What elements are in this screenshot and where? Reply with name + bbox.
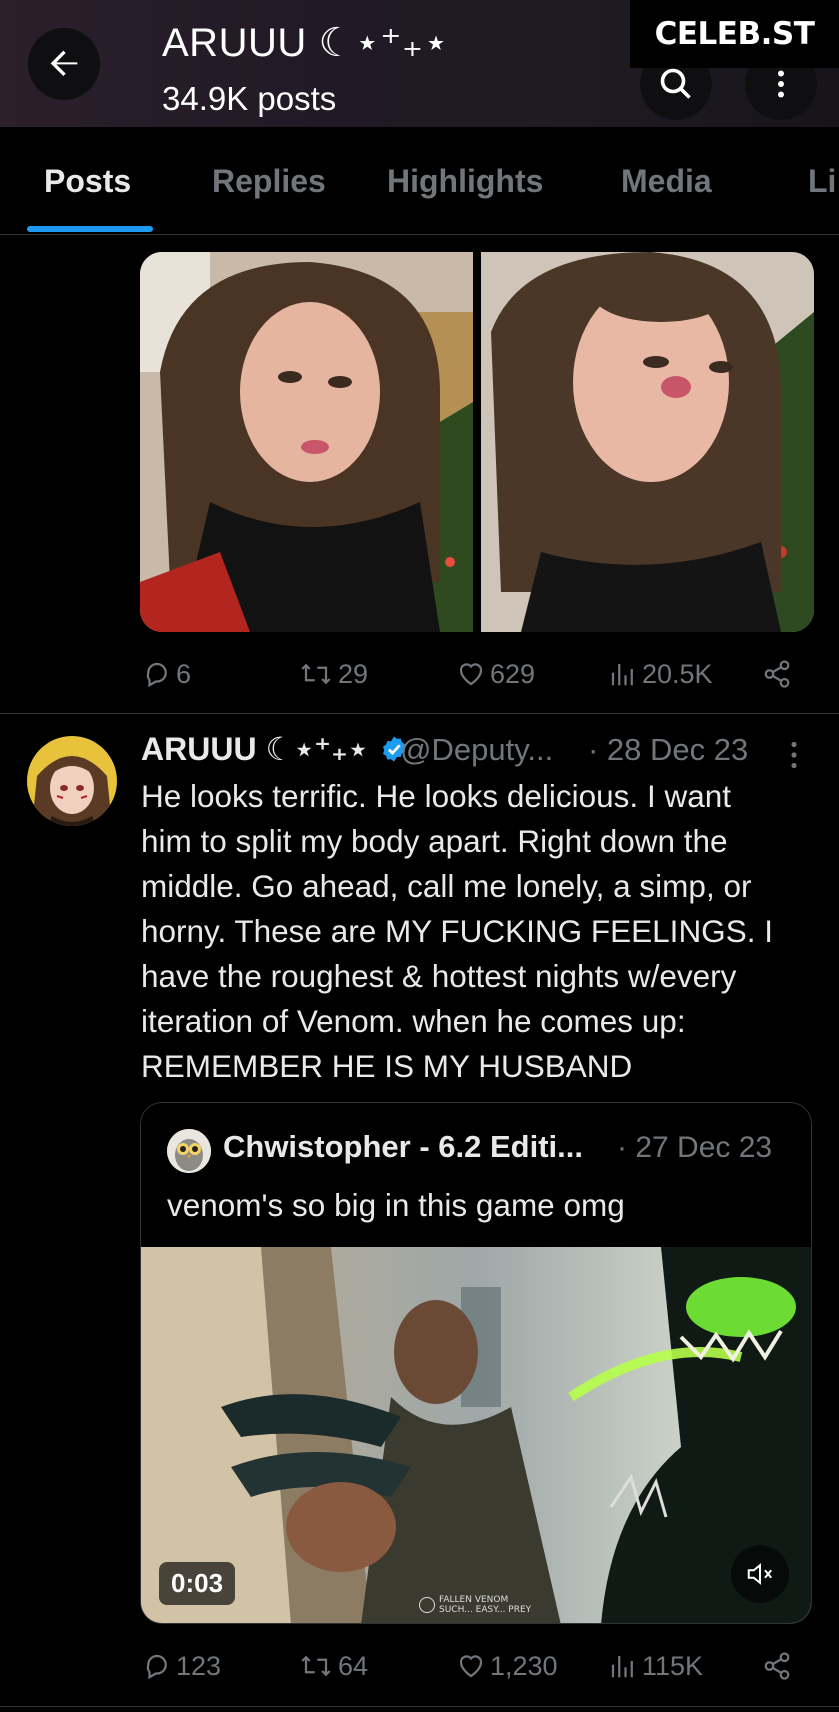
mute-button[interactable]	[731, 1545, 789, 1603]
like-button[interactable]: 1,230	[456, 1646, 558, 1686]
tab-likes[interactable]: Li	[808, 163, 836, 200]
tweet-date[interactable]: · 28 Dec 23	[588, 732, 748, 768]
like-count: 1,230	[490, 1650, 558, 1681]
arrow-left-icon	[50, 50, 78, 76]
views-button[interactable]: 115K	[608, 1646, 703, 1686]
back-button[interactable]	[28, 28, 100, 100]
repost-button[interactable]: 29	[298, 654, 368, 694]
post-photo-1[interactable]	[140, 252, 473, 632]
repost-icon	[301, 1655, 331, 1677]
more-vertical-icon	[778, 70, 784, 98]
heart-icon	[459, 663, 483, 686]
post1-actions: 6 29 629 20.5K	[0, 654, 839, 694]
tab-posts[interactable]: Posts	[44, 163, 131, 200]
post-divider	[0, 713, 839, 714]
repost-button[interactable]: 64	[298, 1646, 368, 1686]
profile-tabs: Posts Replies Highlights Media Li	[0, 127, 839, 235]
views-count: 20.5K	[642, 658, 713, 689]
video-caption: FALLEN VENOM SUCH... EASY... PREY	[419, 1595, 531, 1615]
reply-count: 6	[176, 658, 192, 689]
like-button[interactable]: 629	[456, 654, 535, 694]
repost-count: 64	[338, 1650, 369, 1681]
watermark: CELEB.ST	[630, 0, 839, 68]
reply-button[interactable]: 6	[142, 654, 191, 694]
quoted-tweet[interactable]: Chwistopher - 6.2 Editi... · 27 Dec 23 v…	[140, 1102, 812, 1624]
quoted-text: venom's so big in this game omg	[167, 1187, 625, 1223]
reply-count: 123	[176, 1650, 222, 1681]
tweet-text: He looks terrific. He looks delicious. I…	[141, 778, 773, 1084]
avatar[interactable]	[27, 736, 117, 826]
tweet-actions: 123 64 1,230 115K	[0, 1646, 839, 1686]
video-duration: 0:03	[159, 1562, 236, 1605]
views-button[interactable]: 20.5K	[608, 654, 713, 694]
views-icon	[611, 1656, 633, 1678]
tab-replies[interactable]: Replies	[212, 163, 326, 200]
speaker-muted-icon	[747, 1563, 773, 1585]
share-button[interactable]	[762, 1646, 792, 1686]
repost-icon	[301, 663, 331, 685]
heart-icon	[459, 1655, 483, 1678]
tab-highlights[interactable]: Highlights	[387, 163, 543, 200]
post-photo-2[interactable]	[481, 252, 814, 632]
share-button[interactable]	[762, 654, 792, 694]
quoted-date: · 27 Dec 23	[617, 1131, 773, 1164]
views-icon	[611, 664, 633, 686]
like-count: 629	[490, 658, 536, 689]
share-icon	[764, 660, 790, 688]
quoted-author-name: Chwistopher - 6.2 Editi...	[223, 1129, 583, 1164]
tab-media[interactable]: Media	[621, 163, 712, 200]
quoted-avatar	[167, 1129, 211, 1173]
more-vertical-icon	[791, 741, 797, 769]
views-count: 115K	[642, 1650, 704, 1681]
repost-count: 29	[338, 658, 369, 689]
tweet-more-button[interactable]	[780, 738, 808, 772]
profile-name: ARUUU ☾⋆⁺₊⋆	[162, 21, 450, 65]
reply-icon	[146, 1654, 167, 1680]
reply-icon	[146, 662, 167, 688]
active-tab-indicator	[27, 226, 153, 232]
tweet-author-handle[interactable]: @Deputy...	[400, 732, 553, 768]
share-icon	[764, 1652, 790, 1680]
reply-button[interactable]: 123	[142, 1646, 221, 1686]
quoted-video[interactable]: FALLEN VENOM SUCH... EASY... PREY 0:03	[141, 1247, 811, 1623]
post-divider	[0, 1706, 839, 1707]
search-icon	[660, 68, 691, 99]
post-count: 34.9K posts	[162, 80, 337, 117]
tweet-author-name[interactable]: ARUUU ☾⋆⁺₊⋆	[141, 730, 409, 768]
